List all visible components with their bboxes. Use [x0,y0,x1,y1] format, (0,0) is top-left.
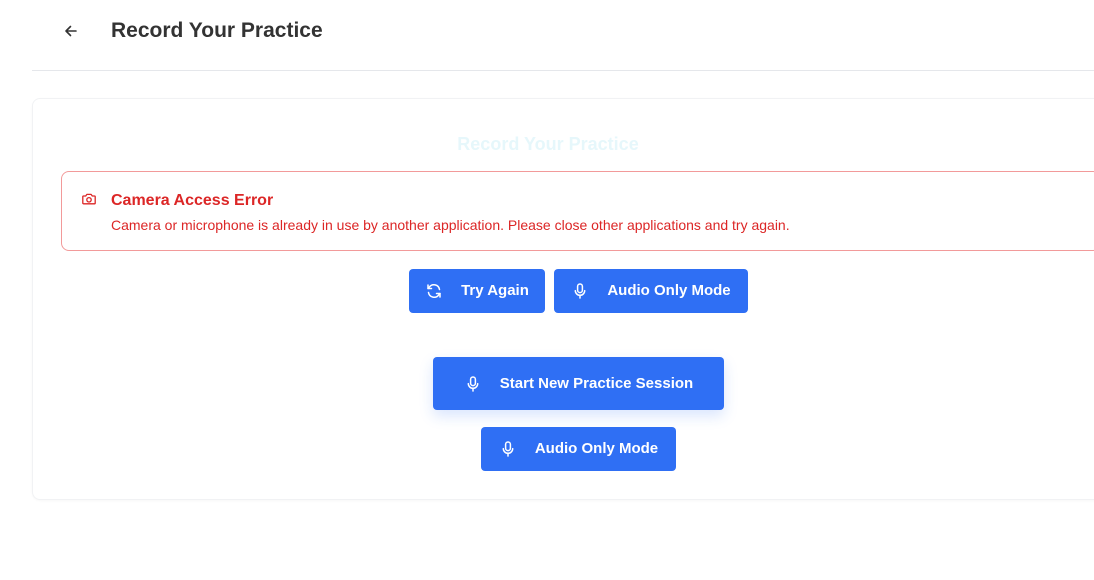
page-title: Record Your Practice [111,19,323,42]
back-button[interactable] [58,18,84,44]
practice-card: Record Your Practice Camera Access Error… [32,98,1094,500]
audio-only-secondary-button[interactable]: Audio Only Mode [481,427,676,471]
start-session-label: Start New Practice Session [499,374,694,392]
page-header: Record Your Practice [32,0,1094,71]
card-title: Record Your Practice [457,134,639,154]
camera-error-alert: Camera Access Error Camera or microphone… [61,171,1094,251]
audio-only-label: Audio Only Mode [607,282,731,299]
alert-title: Camera Access Error [111,192,274,209]
alert-message: Camera or microphone is already in use b… [111,217,790,233]
arrow-left-icon [65,25,77,37]
microphone-icon [499,440,517,458]
audio-only-button[interactable]: Audio Only Mode [554,269,748,313]
start-practice-session-button[interactable]: Start New Practice Session [433,357,724,410]
microphone-icon [464,375,482,393]
audio-only-secondary-label: Audio Only Mode [534,440,659,457]
try-again-label: Try Again [461,282,529,299]
refresh-icon [425,282,443,300]
try-again-button[interactable]: Try Again [409,269,545,313]
camera-icon [82,193,96,205]
microphone-icon [571,282,589,300]
